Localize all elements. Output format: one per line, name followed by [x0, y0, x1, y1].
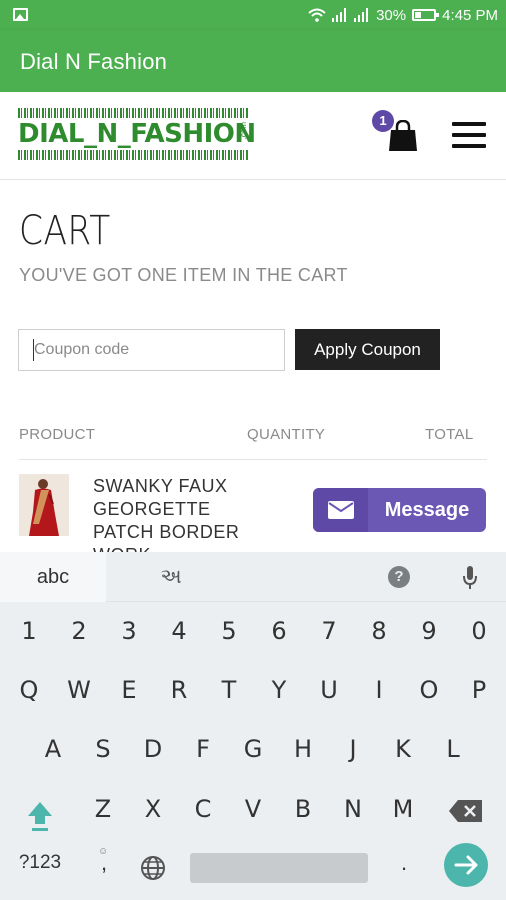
saree-model-illustration	[19, 474, 69, 536]
battery-percent: 30%	[376, 6, 407, 24]
battery-icon	[412, 9, 440, 21]
enter-button[interactable]	[444, 843, 488, 887]
cart-title: CART	[19, 208, 111, 254]
key-h[interactable]: H	[278, 721, 328, 777]
key-a[interactable]: A	[28, 721, 78, 777]
envelope-icon	[327, 501, 354, 519]
key-z[interactable]: Z	[78, 781, 128, 837]
key-9[interactable]: 9	[404, 603, 454, 659]
period-key[interactable]: .	[392, 850, 416, 884]
key-f[interactable]: F	[178, 721, 228, 777]
key-d[interactable]: D	[128, 721, 178, 777]
status-right: 30% 4:45 PM	[308, 6, 498, 24]
signal-icon-2	[354, 8, 369, 22]
coupon-code-input[interactable]	[18, 329, 285, 371]
hamburger-menu-icon[interactable]	[452, 122, 486, 148]
emoji-hint-icon: ☺	[98, 846, 109, 857]
key-g[interactable]: G	[228, 721, 278, 777]
wifi-icon	[308, 8, 326, 22]
space-bar[interactable]	[190, 853, 368, 883]
key-o[interactable]: O	[404, 662, 454, 718]
key-0[interactable]: 0	[454, 603, 504, 659]
symbols-key[interactable]: ?123	[14, 852, 66, 882]
site-logo[interactable]: DIAL_N_FASHION .com	[18, 108, 256, 160]
cart-button[interactable]: 1	[372, 110, 422, 156]
product-image[interactable]	[19, 474, 69, 536]
key-s[interactable]: S	[78, 721, 128, 777]
message-button[interactable]: Message	[313, 488, 486, 532]
key-5[interactable]: 5	[204, 603, 254, 659]
column-product: PRODUCT	[19, 426, 96, 443]
cart-count-badge: 1	[372, 110, 394, 132]
key-l[interactable]: L	[428, 721, 478, 777]
cart-subtitle: YOU'VE GOT ONE ITEM IN THE CART	[19, 265, 348, 285]
logo-text: DIAL_N_FASHION	[18, 119, 256, 149]
key-v[interactable]: V	[228, 781, 278, 837]
app-bar: Dial N Fashion	[0, 30, 506, 92]
help-icon[interactable]: ?	[388, 566, 410, 588]
key-u[interactable]: U	[304, 662, 354, 718]
key-t[interactable]: T	[204, 662, 254, 718]
logo-barcode-top	[18, 108, 248, 118]
globe-icon[interactable]	[140, 855, 166, 881]
app-title: Dial N Fashion	[20, 49, 168, 74]
key-i[interactable]: I	[354, 662, 404, 718]
key-3[interactable]: 3	[104, 603, 154, 659]
column-quantity: QUANTITY	[247, 426, 326, 443]
keyboard-tab-gujarati[interactable]: અ	[106, 552, 236, 602]
arrow-right-icon	[454, 855, 478, 875]
key-q[interactable]: Q	[4, 662, 54, 718]
key-c[interactable]: C	[178, 781, 228, 837]
shift-icon[interactable]	[22, 796, 58, 832]
key-r[interactable]: R	[154, 662, 204, 718]
key-k[interactable]: K	[378, 721, 428, 777]
key-n[interactable]: N	[328, 781, 378, 837]
message-button-label: Message	[384, 498, 470, 521]
comma-key[interactable]: ☺ ,	[92, 846, 116, 884]
logo-barcode-bottom	[18, 150, 248, 160]
key-p[interactable]: P	[454, 662, 504, 718]
clock: 4:45 PM	[442, 6, 498, 24]
key-4[interactable]: 4	[154, 603, 204, 659]
keyboard-toolbar: abc અ ?	[0, 552, 506, 602]
key-j[interactable]: J	[328, 721, 378, 777]
gallery-notification-icon	[13, 8, 28, 21]
column-total: TOTAL	[425, 426, 474, 443]
keyboard-tab-abc[interactable]: abc	[0, 552, 106, 602]
microphone-icon[interactable]	[462, 566, 478, 590]
key-x[interactable]: X	[128, 781, 178, 837]
backspace-icon[interactable]	[448, 798, 484, 824]
key-6[interactable]: 6	[254, 603, 304, 659]
key-2[interactable]: 2	[54, 603, 104, 659]
key-b[interactable]: B	[278, 781, 328, 837]
envelope-icon-wrap	[313, 488, 368, 532]
logo-suffix: .com	[239, 122, 248, 140]
key-w[interactable]: W	[54, 662, 104, 718]
key-e[interactable]: E	[104, 662, 154, 718]
signal-icon	[332, 8, 347, 22]
status-bar: 30% 4:45 PM	[0, 0, 506, 30]
key-8[interactable]: 8	[354, 603, 404, 659]
key-m[interactable]: M	[378, 781, 428, 837]
cart-table-header: PRODUCT QUANTITY TOTAL	[19, 424, 487, 460]
key-7[interactable]: 7	[304, 603, 354, 659]
site-header: DIAL_N_FASHION .com 1	[0, 92, 506, 180]
key-y[interactable]: Y	[254, 662, 304, 718]
key-1[interactable]: 1	[4, 603, 54, 659]
apply-coupon-button[interactable]: Apply Coupon	[295, 329, 440, 370]
text-cursor	[33, 339, 34, 361]
